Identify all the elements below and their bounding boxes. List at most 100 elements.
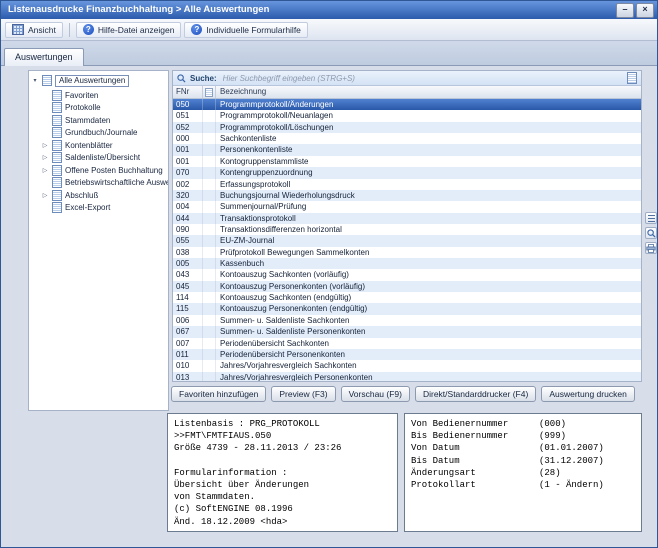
table-row[interactable]: 043Kontoauszug Sachkonten (vorläufig) <box>173 269 641 280</box>
column-header-bezeichnung[interactable]: Bezeichnung <box>216 86 641 98</box>
tree-item-protokolle[interactable]: Protokolle <box>29 102 168 115</box>
parameter-row: Änderungsart(28) <box>411 467 635 479</box>
row-fnr: 013 <box>173 372 203 381</box>
row-fnr: 002 <box>173 179 203 190</box>
hilfe-datei-anzeigen-button[interactable]: ? Hilfe-Datei anzeigen <box>76 22 182 38</box>
table-row[interactable]: 001Kontogruppenstammliste <box>173 156 641 167</box>
document-icon <box>52 190 62 201</box>
table-row[interactable]: 067Summen- u. Saldenliste Personenkonten <box>173 326 641 337</box>
table-row[interactable]: 006Summen- u. Saldenliste Sachkonten <box>173 315 641 326</box>
row-fnr: 007 <box>173 338 203 349</box>
expand-arrow-icon[interactable]: ▷ <box>41 167 49 174</box>
table-row[interactable]: 011 Periodenübersicht Personenkonten <box>173 349 641 360</box>
direkt-standarddrucker-f4-button[interactable]: Direkt/Standarddrucker (F4) <box>415 386 536 402</box>
expand-arrow-icon[interactable]: ▷ <box>41 142 49 149</box>
table-row[interactable]: 007Periodenübersicht Sachkonten <box>173 338 641 349</box>
row-name: Kontoauszug Sachkonten (endgültig) <box>216 292 641 303</box>
row-name: Programmprotokoll/Neuanlagen <box>216 110 641 121</box>
ansicht-button[interactable]: Ansicht <box>5 22 63 38</box>
table-row[interactable]: 005Kassenbuch <box>173 258 641 269</box>
table-row[interactable]: 000Sachkontenliste <box>173 133 641 144</box>
document-icon <box>52 177 62 188</box>
row-icon-cell <box>203 213 216 224</box>
tab-auswertungen[interactable]: Auswertungen <box>4 48 84 66</box>
table-row[interactable]: 038 Prüfprotokoll Bewegungen Sammelkonten <box>173 247 641 258</box>
table-row[interactable]: 114Kontoauszug Sachkonten (endgültig) <box>173 292 641 303</box>
row-name: Programmprotokoll/Änderungen <box>216 99 641 110</box>
row-fnr: 038 <box>173 247 203 258</box>
column-header-fnr[interactable]: FNr <box>173 86 203 98</box>
table-row[interactable]: 045Kontoauszug Personenkonten (vorläufig… <box>173 281 641 292</box>
action-button-row: Favoriten hinzufügen Preview (F3) Vorschau… <box>171 386 635 402</box>
tree-item-betriebswirtschaftliche-auswertungen[interactable]: Betriebswirtschaftliche Auswertungen <box>29 177 168 190</box>
table-row[interactable]: 002Erfassungsprotokoll <box>173 179 641 190</box>
row-icon-cell <box>203 303 216 314</box>
parameter-label: Protokollart <box>411 479 539 491</box>
table-row[interactable]: 115 Kontoauszug Personenkonten (endgültig… <box>173 303 641 314</box>
close-button[interactable]: × <box>636 3 654 18</box>
tab-bar: Auswertungen <box>1 41 657 66</box>
row-icon-cell <box>203 144 216 155</box>
row-fnr: 070 <box>173 167 203 178</box>
title-bar[interactable]: Listenausdrucke Finanzbuchhaltung > Alle… <box>1 1 657 19</box>
row-name: Transaktionsdifferenzen horizontal <box>216 224 641 235</box>
tree-item-stammdaten[interactable]: Stammdaten <box>29 114 168 127</box>
table-row[interactable]: 044Transaktionsprotokoll <box>173 213 641 224</box>
individuelle-formularhilfe-button[interactable]: ? Individuelle Formularhilfe <box>184 22 308 38</box>
printer-icon[interactable] <box>645 242 657 254</box>
row-fnr: 000 <box>173 133 203 144</box>
row-name: Prüfprotokoll Bewegungen Sammelkonten <box>216 247 641 258</box>
row-fnr: 011 <box>173 349 203 360</box>
tree-item-label: Protokolle <box>65 103 101 112</box>
magnifier-icon[interactable] <box>645 227 657 239</box>
row-icon-cell <box>203 315 216 326</box>
row-fnr: 115 <box>173 303 203 314</box>
expand-arrow-icon[interactable]: ▷ <box>41 192 49 199</box>
minimize-button[interactable]: – <box>616 3 634 18</box>
tree-item-grundbuch-journale[interactable]: Grundbuch/Journale <box>29 127 168 140</box>
table-row[interactable]: 320Buchungsjournal Wiederholungsdruck <box>173 190 641 201</box>
row-fnr: 004 <box>173 201 203 212</box>
table-row[interactable]: 001Personenkontenliste <box>173 144 641 155</box>
tree-item-excel-export[interactable]: Excel-Export <box>29 202 168 215</box>
tree-item-favoriten[interactable]: Favoriten <box>29 89 168 102</box>
table-row[interactable]: 070Kontengruppenzuordnung <box>173 167 641 178</box>
table-row[interactable]: 010Jahres/Vorjahresvergleich Sachkonten <box>173 360 641 371</box>
vorschau-f9-button[interactable]: Vorschau (F9) <box>341 386 410 402</box>
expand-arrow-icon[interactable]: ▷ <box>41 154 49 161</box>
table-row[interactable]: 050Programmprotokoll/Änderungen <box>173 99 641 110</box>
tree-item-saldenliste-bersicht[interactable]: ▷Saldenliste/Übersicht <box>29 152 168 165</box>
table-row[interactable]: 052Programmprotokoll/Löschungen <box>173 122 641 133</box>
tree-item-alle-auswertungen[interactable]: ▾ Alle Auswertungen <box>29 71 168 89</box>
row-icon-cell <box>203 258 216 269</box>
tree-item-abschlu[interactable]: ▷Abschluß <box>29 189 168 202</box>
row-name: Kontoauszug Personenkonten (endgültig) <box>216 303 641 314</box>
table-row[interactable]: 013Jahres/Vorjahresvergleich Personenkon… <box>173 372 641 381</box>
category-tree: ▾ Alle Auswertungen FavoritenProtokolle S… <box>28 70 169 411</box>
row-icon-cell <box>203 99 216 110</box>
collapse-arrow-icon[interactable]: ▾ <box>31 77 39 84</box>
info-line: Änd. 18.12.2009 <hda> <box>174 516 391 528</box>
row-icon-cell <box>203 338 216 349</box>
table-row[interactable]: 051Programmprotokoll/Neuanlagen <box>173 110 641 121</box>
column-header-icon[interactable] <box>203 86 216 98</box>
row-name: Summenjournal/Prüfung <box>216 201 641 212</box>
preview-f3-button[interactable]: Preview (F3) <box>271 386 335 402</box>
row-name: Periodenübersicht Personenkonten <box>216 349 641 360</box>
tree-item-kontenbl-tter[interactable]: ▷Kontenblätter <box>29 139 168 152</box>
table-row[interactable]: 004 Summenjournal/Prüfung <box>173 201 641 212</box>
favoriten-hinzuf-gen-button[interactable]: Favoriten hinzufügen <box>171 386 266 402</box>
tree-item-offene-posten-buchhaltung[interactable]: ▷Offene Posten Buchhaltung <box>29 164 168 177</box>
row-fnr: 067 <box>173 326 203 337</box>
row-icon-cell <box>203 156 216 167</box>
search-input[interactable] <box>221 73 623 84</box>
row-name: Personenkontenliste <box>216 144 641 155</box>
table-row[interactable]: 055EU-ZM-Journal <box>173 235 641 246</box>
table-row[interactable]: 090Transaktionsdifferenzen horizontal <box>173 224 641 235</box>
info-line <box>174 455 391 467</box>
parameter-label: Von Datum <box>411 442 539 454</box>
row-icon-cell <box>203 190 216 201</box>
list-icon[interactable] <box>645 212 657 224</box>
auswertung-drucken-button[interactable]: Auswertung drucken <box>541 386 635 402</box>
sheet-icon[interactable] <box>627 72 637 84</box>
